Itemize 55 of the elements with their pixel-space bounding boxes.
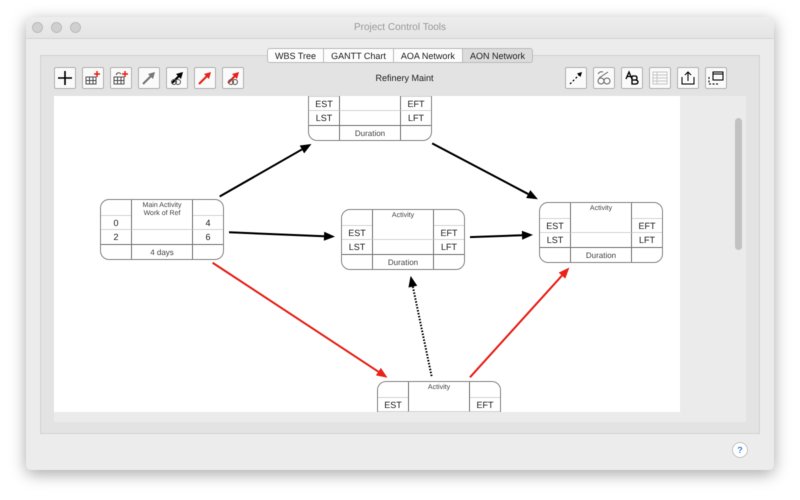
view-tab[interactable]: WBS Tree [267,48,324,63]
view-tab[interactable]: AON Network [462,48,533,63]
add-table-button[interactable] [82,67,104,89]
duration-cell: Duration [586,250,616,260]
lft-cell: 6 [205,232,210,242]
scrollbar-thumb[interactable] [734,118,742,250]
dashed-arrow-icon [568,70,584,86]
view-tab[interactable]: AOA Network [394,48,463,63]
add-button[interactable] [54,67,76,89]
lst-cell: 2 [113,232,118,242]
duration-cell: Duration [354,128,386,138]
est-cell: EST [348,228,366,238]
diagonal-arrow-icon [141,70,157,86]
text-style-icon [624,70,640,86]
critical-link-button[interactable] [194,67,216,89]
lst-cell: LST [316,113,332,123]
lft-cell: LFT [408,113,424,123]
eft-cell: EFT [440,228,458,238]
text-style-button[interactable] [621,67,643,89]
table-link-plus-icon [113,70,129,86]
lst-cell: LST [348,242,366,252]
critical-link-tool-button[interactable] [222,67,244,89]
link-button[interactable] [138,67,160,89]
upload-box-icon [680,70,696,86]
lft-cell: LFT [638,235,655,245]
help-button[interactable]: ? [732,442,748,458]
est-cell: EST [315,98,333,108]
est-cell: EST [384,400,402,410]
add-linked-table-button[interactable] [110,67,132,89]
project-name: Refinery Maint [374,73,435,83]
est-cell: 0 [113,218,118,228]
eft-cell: EFT [408,98,424,108]
arrow-circles-icon [169,70,185,86]
table-plus-icon [85,70,101,86]
lst-cell: LST [546,235,564,245]
duration-cell: 4 days [150,248,174,256]
window-button[interactable] [705,67,727,89]
duration-cell: Duration [388,258,418,266]
export-button[interactable] [677,67,699,89]
arrow-circles-icon [225,70,241,86]
lft-cell: LFT [440,242,457,252]
view-tab[interactable]: GANTT Chart [324,48,394,63]
window-icon [708,70,724,86]
unlink-button[interactable] [593,67,615,89]
dashed-link-button[interactable] [565,67,587,89]
window-title: Project Control Tools [354,22,446,33]
est-cell: EST [546,220,564,230]
eft-cell: EFT [476,400,494,410]
link-tool-button[interactable] [166,67,188,89]
eft-cell: EFT [638,220,656,230]
link-circles-icon [596,70,612,86]
eft-cell: 4 [205,218,210,228]
grid-icon [652,70,668,86]
plus-icon [57,70,73,86]
arrow-icon [197,70,213,86]
